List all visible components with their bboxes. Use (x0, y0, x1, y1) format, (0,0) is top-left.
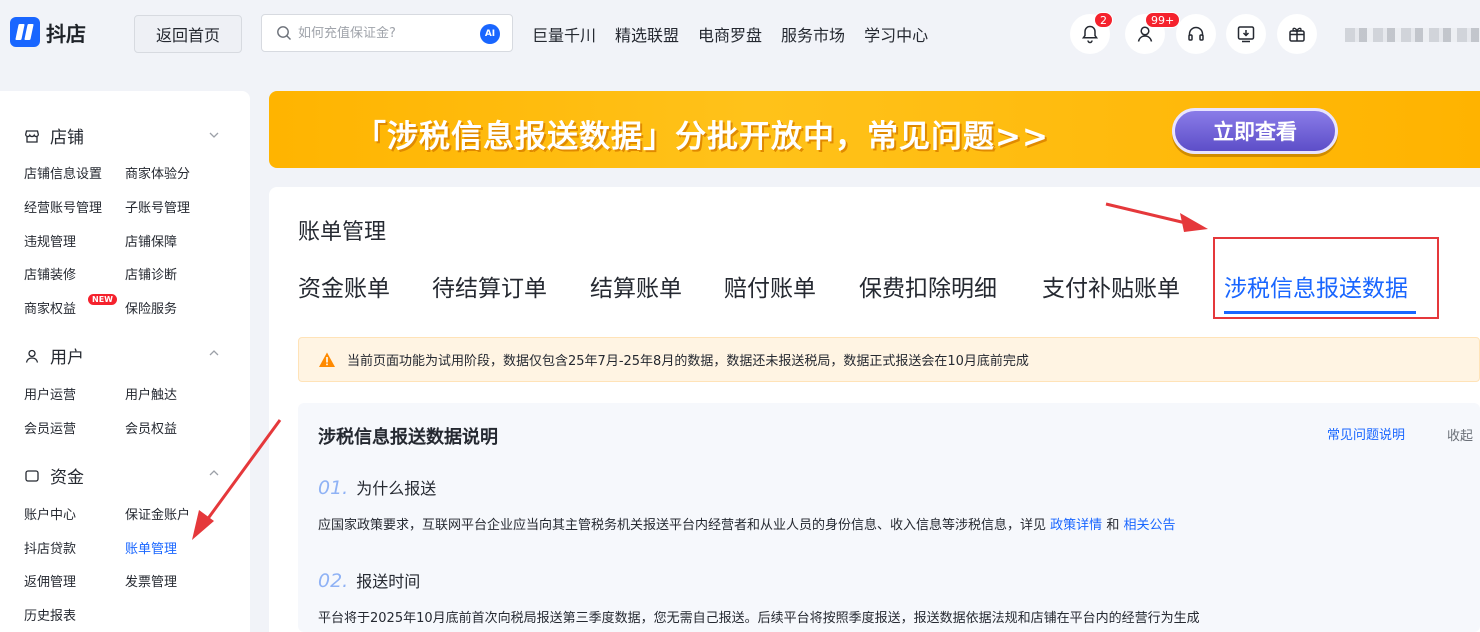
sidebar-item-user-reach[interactable]: 用户触达 (125, 384, 177, 403)
trial-notice: 当前页面功能为试用阶段，数据仅包含25年7月-25年8月的数据，数据还未报送税局… (298, 337, 1480, 382)
related-announcement-link[interactable]: 相关公告 (1123, 518, 1175, 533)
nav-item-compass[interactable]: 电商罗盘 (698, 22, 762, 46)
sidebar-item-user-ops[interactable]: 用户运营 (24, 384, 76, 403)
nav-item-qianchuan[interactable]: 巨量千川 (532, 22, 596, 46)
message-count-badge: 99+ (1145, 12, 1181, 28)
user-messages-button[interactable]: 99+ (1125, 12, 1181, 54)
annotation-highlight-box (1213, 237, 1439, 319)
tab-payment-subsidy[interactable]: 支付补贴账单 (1042, 269, 1180, 303)
step-title: 报送时间 (356, 572, 421, 591)
sidebar-item-bill-management[interactable]: 账单管理 (125, 538, 177, 557)
sidebar-item-merchant-rights[interactable]: 商家权益 NEW (24, 294, 117, 317)
step-title: 为什么报送 (356, 479, 437, 498)
sidebar-section-label: 店铺 (50, 128, 84, 148)
sidebar-item-member-rights[interactable]: 会员权益 (125, 418, 177, 437)
user-icon (25, 349, 39, 363)
chevron-up-icon[interactable] (207, 346, 221, 360)
step-description: 应国家政策要求，互联网平台企业应当向其主管税务机关报送平台内经营者和从业人员的身… (318, 514, 1175, 533)
chevron-up-icon[interactable] (207, 466, 221, 480)
chevron-down-icon[interactable] (207, 128, 221, 142)
search-box[interactable]: AI (261, 14, 513, 52)
search-input[interactable] (298, 25, 468, 41)
nav-item-learning-center[interactable]: 学习中心 (864, 22, 928, 46)
step-description: 平台将于2025年10月底前首次向税局报送第三季度数据，您无需自己报送。后续平台… (318, 611, 1200, 626)
warning-icon (319, 352, 335, 367)
sidebar-item-account-center[interactable]: 账户中心 (24, 504, 76, 523)
download-icon (1237, 26, 1255, 43)
sidebar-section-funds[interactable]: 资金 (24, 463, 84, 488)
nav-item-alliance[interactable]: 精选联盟 (615, 22, 679, 46)
store-icon (25, 129, 39, 143)
sidebar-item-insurance[interactable]: 保险服务 (125, 298, 177, 317)
sidebar-item-history-report[interactable]: 历史报表 (24, 605, 76, 624)
download-button[interactable] (1226, 14, 1266, 54)
notice-text: 当前页面功能为试用阶段，数据仅包含25年7月-25年8月的数据，数据还未报送税局… (347, 354, 1029, 369)
tab-settlement-bill[interactable]: 结算账单 (590, 269, 682, 303)
headset-icon (1188, 26, 1204, 41)
info-card-title: 涉税信息报送数据说明 (318, 427, 498, 448)
tab-compensation-bill[interactable]: 赔付账单 (724, 269, 816, 303)
step-number: 02. (318, 570, 349, 592)
promo-banner[interactable]: 「涉税信息报送数据」分批开放中，常见问题>> 立即查看 (269, 91, 1480, 168)
sidebar-item-experience-score[interactable]: 商家体验分 (125, 163, 190, 182)
nav-item-service-market[interactable]: 服务市场 (781, 22, 845, 46)
sidebar-item-store-decoration[interactable]: 店铺装修 (24, 264, 76, 283)
support-button[interactable] (1176, 14, 1216, 54)
sidebar-item-business-account[interactable]: 经营账号管理 (24, 197, 102, 216)
sidebar-item-store-info[interactable]: 店铺信息设置 (24, 163, 102, 182)
sidebar-item-violation[interactable]: 违规管理 (24, 231, 76, 250)
sidebar-item-member-ops[interactable]: 会员运营 (24, 418, 76, 437)
ai-assistant-icon[interactable]: AI (480, 24, 500, 44)
tax-info-explanation-card: 涉税信息报送数据说明 常见问题说明 收起 01. 为什么报送 应国家政策要求，互… (298, 403, 1480, 632)
wallet-icon (25, 469, 39, 482)
sidebar-item-deposit-account[interactable]: 保证金账户 (125, 504, 190, 523)
new-badge: NEW (88, 294, 117, 305)
user-account-name[interactable] (1345, 28, 1480, 42)
search-icon (277, 26, 291, 40)
sidebar-section-store[interactable]: 店铺 (24, 123, 84, 148)
conjunction-text: 和 (1106, 518, 1120, 533)
top-header: 抖店 返回首页 AI 巨量千川 精选联盟 电商罗盘 服务市场 学习中心 2 99… (0, 0, 1480, 68)
sidebar-item-label: 商家权益 (24, 302, 77, 317)
sidebar: 店铺 店铺信息设置 商家体验分 经营账号管理 子账号管理 违规管理 店铺保障 店… (0, 91, 250, 632)
view-now-button[interactable]: 立即查看 (1172, 108, 1338, 154)
notification-button[interactable]: 2 (1070, 12, 1113, 54)
sidebar-section-users[interactable]: 用户 (24, 343, 84, 368)
collapse-button[interactable]: 收起 (1447, 425, 1473, 444)
bell-icon (1081, 25, 1099, 44)
back-home-button[interactable]: 返回首页 (134, 15, 242, 53)
tab-pending-orders[interactable]: 待结算订单 (432, 269, 547, 303)
sidebar-item-loans[interactable]: 抖店贷款 (24, 538, 76, 557)
brand-logo[interactable]: 抖店 (10, 17, 86, 47)
sidebar-item-store-guarantee[interactable]: 店铺保障 (125, 231, 177, 250)
sidebar-section-label: 资金 (50, 468, 84, 488)
step-number: 01. (318, 477, 349, 499)
brand-name: 抖店 (46, 21, 86, 46)
logo-icon (10, 17, 40, 47)
sidebar-item-sub-account[interactable]: 子账号管理 (125, 197, 190, 216)
tab-fund-bill[interactable]: 资金账单 (298, 269, 390, 303)
sidebar-item-rebate[interactable]: 返佣管理 (24, 571, 76, 590)
banner-text: 「涉税信息报送数据」分批开放中，常见问题>> (355, 119, 1049, 155)
page-title: 账单管理 (298, 220, 387, 245)
faq-link[interactable]: 常见问题说明 (1327, 424, 1405, 443)
policy-details-link[interactable]: 政策详情 (1050, 518, 1102, 533)
sidebar-item-invoice[interactable]: 发票管理 (125, 571, 177, 590)
sidebar-section-label: 用户 (50, 348, 84, 368)
top-nav: 巨量千川 精选联盟 电商罗盘 服务市场 学习中心 (532, 22, 947, 46)
main-content: 账单管理 资金账单 待结算订单 结算账单 赔付账单 保费扣除明细 支付补贴账单 … (269, 187, 1480, 632)
step-why-report: 01. 为什么报送 (318, 475, 436, 499)
notification-count-badge: 2 (1094, 12, 1113, 28)
sidebar-item-store-diagnosis[interactable]: 店铺诊断 (125, 264, 177, 283)
gift-button[interactable] (1277, 14, 1317, 54)
step-report-time: 02. 报送时间 (318, 568, 420, 592)
tab-premium-deduction[interactable]: 保费扣除明细 (859, 269, 997, 303)
gift-icon (1289, 27, 1305, 42)
step-text: 应国家政策要求，互联网平台企业应当向其主管税务机关报送平台内经营者和从业人员的身… (318, 518, 1047, 533)
